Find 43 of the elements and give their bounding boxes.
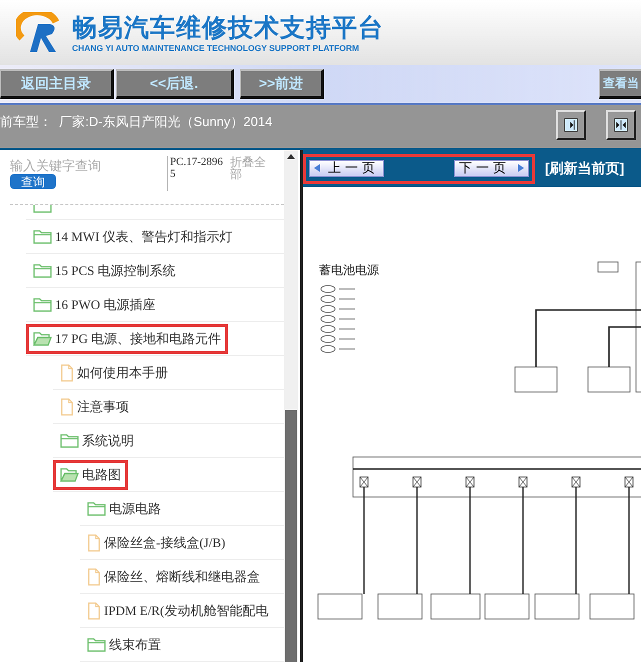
- tree-item[interactable]: 电源电路: [80, 494, 168, 524]
- open-folder-icon: [33, 331, 52, 346]
- scroll-up-icon[interactable]: [287, 154, 295, 159]
- tree-item[interactable]: 16 PWO 电源插座: [26, 290, 162, 320]
- tree-item[interactable]: 电路图: [53, 460, 128, 490]
- tree-item[interactable]: 保险丝盒-接线盒(J/B): [80, 528, 232, 558]
- tree-item[interactable]: 线束布置: [80, 630, 168, 660]
- tree-item[interactable]: 如何使用本手册: [53, 358, 175, 388]
- open-folder-icon: [60, 467, 79, 482]
- document-icon: [87, 602, 101, 620]
- tree-item[interactable]: 15 PCS 电源控制系统: [26, 256, 183, 286]
- document-icon: [87, 568, 101, 586]
- folder-icon: [87, 501, 106, 516]
- folder-icon: [33, 229, 52, 244]
- document-icon: [60, 398, 74, 416]
- next-page-button[interactable]: 下一页: [454, 160, 529, 176]
- scrollbar[interactable]: [284, 150, 298, 662]
- tree-item[interactable]: 注意事项: [53, 392, 136, 422]
- tree-item[interactable]: IPDM E/R(发动机舱智能配电: [80, 596, 276, 626]
- previous-page-button[interactable]: 上一页: [309, 160, 384, 176]
- folder-icon: [33, 297, 52, 312]
- arrow-to-bar-icon: [563, 117, 579, 133]
- tree-item[interactable]: 14 MWI 仪表、警告灯和指示灯: [26, 222, 240, 252]
- folder-icon: [33, 263, 52, 278]
- split-panel-button[interactable]: [606, 110, 636, 140]
- expand-panel-button[interactable]: [556, 110, 586, 140]
- left-arrow-icon: [314, 164, 320, 172]
- platform-subtitle: CHANG YI AUTO MAINTENANCE TECHNOLOGY SUPPORT PLATFORM: [72, 42, 360, 52]
- folder-icon: [87, 637, 106, 652]
- tree-item[interactable]: 系统说明: [53, 426, 141, 456]
- document-code: PC.17-28965: [167, 156, 226, 191]
- tree-item[interactable]: 17 PG 电源、接地和电路元件: [26, 324, 228, 354]
- document-icon: [87, 534, 101, 552]
- vehicle-model-text: 前车型： 厂家:D-东风日产阳光（Sunny）2014: [0, 113, 274, 131]
- tree-item[interactable]: 保险丝、熔断线和继电器盒: [80, 562, 267, 592]
- arrows-to-center-icon: [613, 117, 629, 133]
- diagram-title: 蓄电池电源: [319, 262, 379, 279]
- platform-title: 畅易汽车维修技术支持平台: [72, 12, 384, 42]
- folder-icon: [60, 433, 79, 448]
- refresh-page-link[interactable]: [刷新当前页]: [545, 160, 624, 178]
- search-button[interactable]: 查询: [10, 174, 56, 189]
- right-arrow-icon: [518, 164, 524, 172]
- document-icon: [60, 364, 74, 382]
